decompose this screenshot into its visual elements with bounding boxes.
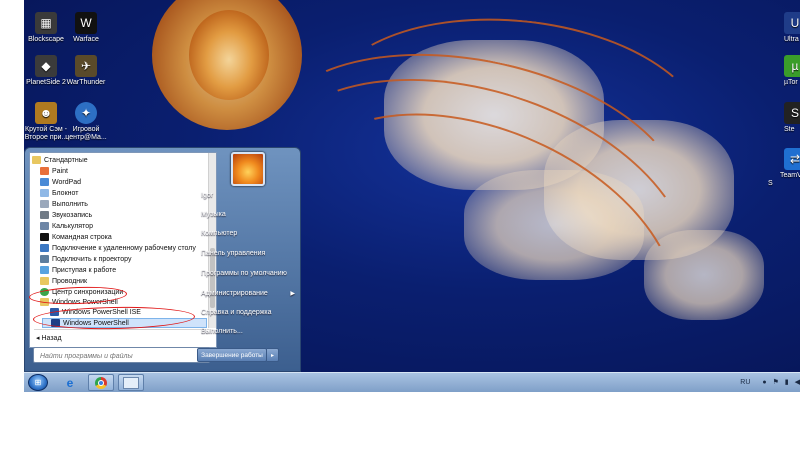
program-folder-standard[interactable]: Стандартные xyxy=(32,156,88,166)
program-cmd[interactable]: Командная строка xyxy=(40,233,112,243)
desktop-icon-label: Ste xyxy=(784,126,795,133)
warface-icon: W xyxy=(75,12,97,34)
sound-recorder-icon xyxy=(40,211,49,220)
programs-separator xyxy=(34,329,212,330)
right-item-administration[interactable]: Администрирование ▶ xyxy=(201,287,301,301)
start-menu: Стандартные Paint WordPad Блокнот Выполн… xyxy=(24,147,301,372)
right-item-music[interactable]: Музыка xyxy=(201,208,301,222)
back-arrow-icon: ◂ xyxy=(36,335,40,342)
system-tray: RU ● ⚑ ▮ ◀ xyxy=(740,373,800,393)
user-avatar[interactable] xyxy=(231,152,265,186)
chevron-right-icon: ▶ xyxy=(290,291,295,297)
taskbar-explorer-window[interactable] xyxy=(118,374,144,391)
paint-icon xyxy=(40,167,49,176)
taskbar-ie[interactable]: e xyxy=(58,374,82,391)
start-search-box[interactable]: ⌕ xyxy=(33,347,210,363)
chrome-icon xyxy=(95,376,107,389)
serious-sam-icon: ☻ xyxy=(35,102,57,124)
tray-network-icon[interactable]: ▮ xyxy=(785,379,789,386)
right-item-default-programs[interactable]: Программы по умолчанию xyxy=(201,267,301,281)
right-item-run[interactable]: Выполнить... xyxy=(201,325,301,339)
run-icon xyxy=(40,200,49,209)
right-item-control-panel[interactable]: Панель управления xyxy=(201,247,301,261)
desktop-icon-warthunder[interactable]: ✈ WarThunder xyxy=(56,55,116,87)
program-explorer[interactable]: Проводник xyxy=(40,277,87,287)
desktop-icon-game-center[interactable]: ✦ Игровой центр@Ma... xyxy=(56,102,116,142)
taskbar-chrome[interactable] xyxy=(88,374,114,391)
remote-desktop-icon xyxy=(40,244,49,253)
program-calculator[interactable]: Калькулятор xyxy=(40,222,93,232)
desktop-icon-label: WarThunder xyxy=(66,79,106,86)
language-indicator[interactable]: RU xyxy=(740,379,750,386)
program-wordpad[interactable]: WordPad xyxy=(40,178,81,188)
desktop-icon-utorrent[interactable]: µ µTor xyxy=(768,55,800,87)
program-run[interactable]: Выполнить xyxy=(40,200,88,210)
right-item-computer[interactable]: Компьютер xyxy=(201,227,301,241)
desktop-icon-label: Warface xyxy=(73,36,99,43)
wallpaper-jellyfish-bell-inner xyxy=(189,10,269,100)
start-search-input[interactable] xyxy=(38,349,192,363)
teamviewer-icon: ⇄ xyxy=(784,148,800,170)
desktop-icon-label: Ultra xyxy=(784,36,799,43)
getting-started-icon xyxy=(40,266,49,275)
tray-volume-icon[interactable]: ◀ xyxy=(795,379,800,386)
utorrent-icon: µ xyxy=(784,55,800,77)
ultra-icon: U xyxy=(784,12,800,34)
chevron-right-icon: ▸ xyxy=(270,353,274,359)
right-item-user[interactable]: Igor xyxy=(201,189,301,203)
calculator-icon xyxy=(40,222,49,231)
desktop-icon-ultra[interactable]: U Ultra xyxy=(768,12,800,44)
wordpad-icon xyxy=(40,178,49,187)
program-sound-recorder[interactable]: Звукозапись xyxy=(40,211,92,221)
program-paint[interactable]: Paint xyxy=(40,167,68,177)
desktop-icon-label: Игровой центр@Ma... xyxy=(65,126,107,141)
desktop-icon-label: TeamV S xyxy=(768,172,800,187)
program-getting-started[interactable]: Приступая к работе xyxy=(40,266,116,276)
taskbar: ⊞ e RU ● ⚑ ▮ ◀ xyxy=(24,372,800,392)
projector-icon xyxy=(40,255,49,264)
explorer-icon xyxy=(40,277,49,286)
back-button[interactable]: ◂ Назад xyxy=(36,334,62,342)
steam-icon: S xyxy=(784,102,800,124)
start-button[interactable]: ⊞ xyxy=(28,374,48,391)
tray-flag-icon[interactable]: ⚑ xyxy=(773,379,779,386)
game-center-icon: ✦ xyxy=(75,102,97,124)
notepad-icon xyxy=(40,189,49,198)
planetside-icon: ◆ xyxy=(35,55,57,77)
ie-icon: e xyxy=(66,375,74,390)
blockscape-icon: ▦ xyxy=(35,12,57,34)
shutdown-button[interactable]: Завершение работы xyxy=(197,348,267,362)
shutdown-options-button[interactable]: ▸ xyxy=(267,348,279,362)
cmd-icon xyxy=(40,233,49,242)
desktop-icon-label: µTor xyxy=(784,79,798,86)
right-item-help[interactable]: Справка и поддержка xyxy=(201,306,301,320)
windows-logo-icon: ⊞ xyxy=(34,378,42,387)
explorer-window-icon xyxy=(123,376,139,389)
program-projector[interactable]: Подключить к проектору xyxy=(40,255,132,265)
program-notepad[interactable]: Блокнот xyxy=(40,189,78,199)
folder-icon xyxy=(32,156,41,165)
desktop-icon-steam[interactable]: S Ste xyxy=(768,102,800,134)
desktop-icon-warface[interactable]: W Warface xyxy=(56,12,116,44)
desktop-icon-teamviewer[interactable]: ⇄ TeamV S xyxy=(768,148,800,188)
program-remote-desktop[interactable]: Подключение к удаленному рабочему столу xyxy=(40,244,196,254)
tray-notification-icon[interactable]: ● xyxy=(762,379,766,386)
warthunder-icon: ✈ xyxy=(75,55,97,77)
